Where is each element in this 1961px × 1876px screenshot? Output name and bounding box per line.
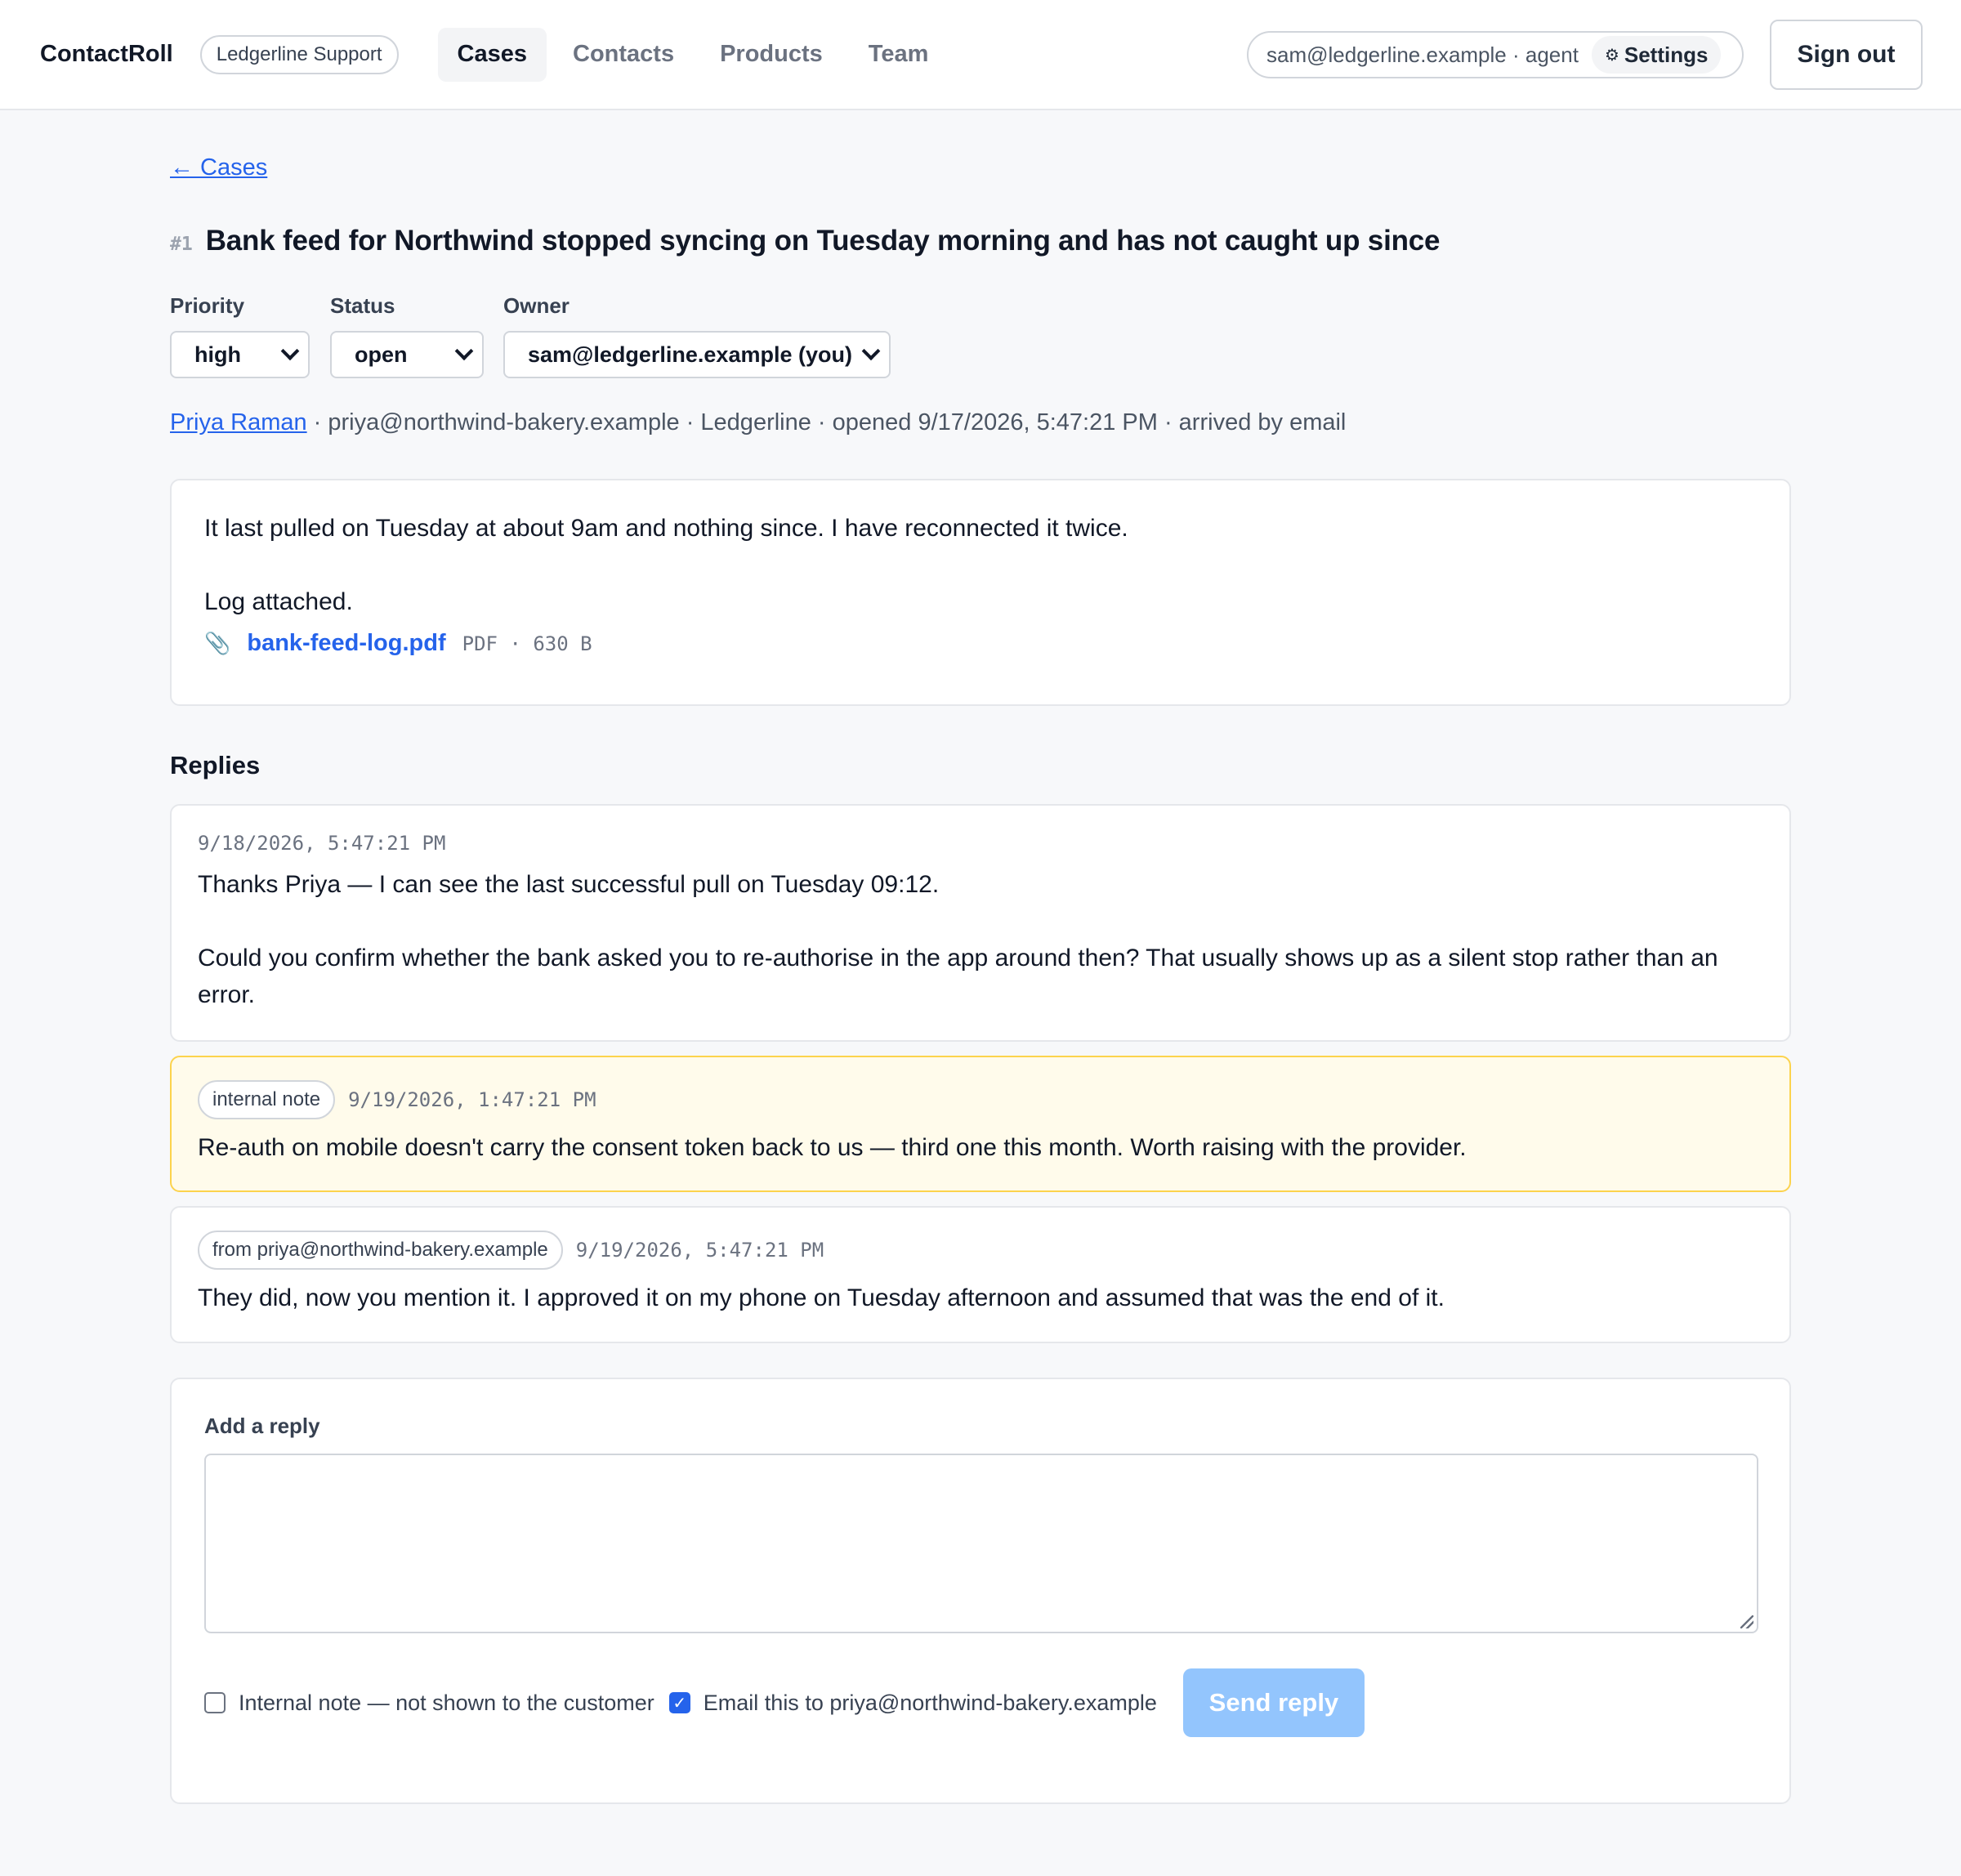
original-message: It last pulled on Tuesday at about 9am a… [170, 479, 1791, 706]
reply-text: Could you confirm whether the bank asked… [198, 945, 1718, 1008]
reply-timestamp: 9/19/2026, 5:47:21 PM [575, 1239, 824, 1262]
nav-cases[interactable]: Cases [437, 27, 547, 82]
brand-logo[interactable]: ContactRoll [40, 41, 173, 68]
gear-icon: ⚙ [1604, 46, 1619, 65]
user-identity: sam@ledgerline.example · agent [1266, 42, 1579, 67]
internal-note-checkbox-label[interactable]: Internal note — not shown to the custome… [239, 1691, 654, 1716]
nav-team[interactable]: Team [849, 28, 949, 82]
owner-value: sam@ledgerline.example (you) [528, 342, 852, 367]
nav-products[interactable]: Products [700, 28, 842, 82]
reply-timestamp: 9/18/2026, 5:47:21 PM [198, 832, 446, 855]
attachment-meta: PDF · 630 B [462, 632, 592, 655]
priority-label: Priority [170, 293, 245, 318]
org-badge: Ledgerline Support [199, 34, 399, 74]
resize-handle-icon[interactable] [1740, 1615, 1753, 1628]
message-line-2: Log attached. [204, 588, 353, 615]
reply-text: Re-auth on mobile doesn't carry the cons… [198, 1134, 1467, 1161]
owner-select[interactable]: sam@ledgerline.example (you) [503, 331, 891, 378]
composer-label: Add a reply [204, 1414, 320, 1438]
reply-item: 9/18/2026, 5:47:21 PM Thanks Priya — I c… [170, 804, 1791, 1042]
sign-out-button[interactable]: Sign out [1770, 20, 1923, 90]
owner-label: Owner [503, 293, 570, 318]
reply-composer: Add a reply Internal note — not shown to… [170, 1378, 1791, 1804]
internal-note-checkbox[interactable] [204, 1692, 226, 1713]
email-customer-checkbox[interactable]: ✓ [668, 1692, 690, 1713]
internal-note-badge: internal note [198, 1080, 336, 1119]
attachment-link[interactable]: bank-feed-log.pdf [247, 630, 445, 657]
reply-header: 9/18/2026, 5:47:21 PM [198, 829, 1763, 858]
composer-actions: Internal note — not shown to the custome… [204, 1668, 1365, 1737]
reply-header: internal note 9/19/2026, 1:47:21 PM [198, 1080, 1763, 1119]
status-field: Status open [330, 293, 484, 378]
chevron-down-icon [861, 342, 881, 361]
case-number: #1 [170, 234, 193, 255]
case-meta: Priya Raman · priya@northwind-bakery.exa… [170, 409, 1346, 436]
status-label: Status [330, 293, 395, 318]
back-to-cases-link[interactable]: ← Cases [170, 154, 267, 181]
contact-link[interactable]: Priya Raman [170, 409, 307, 436]
status-value: open [355, 342, 408, 367]
user-badge: sam@ledgerline.example · agent ⚙ Setting… [1247, 31, 1744, 78]
priority-value: high [194, 342, 241, 367]
reply-header: from priya@northwind-bakery.example 9/19… [198, 1231, 1763, 1270]
send-reply-button[interactable]: Send reply [1182, 1668, 1365, 1737]
internal-note: internal note 9/19/2026, 1:47:21 PM Re-a… [170, 1056, 1791, 1192]
top-bar: ContactRoll Ledgerline Support Cases Con… [0, 0, 1961, 110]
main-nav: Cases Contacts Products Team [437, 27, 949, 82]
priority-field: Priority high [170, 293, 310, 378]
settings-label: Settings [1624, 42, 1709, 67]
replies-heading: Replies [170, 751, 261, 779]
case-subject: Bank feed for Northwind stopped syncing … [205, 225, 1441, 257]
status-select[interactable]: open [330, 331, 484, 378]
attachment: 📎 bank-feed-log.pdf PDF · 630 B [204, 630, 1757, 657]
sender-badge: from priya@northwind-bakery.example [198, 1231, 563, 1270]
reply-item: from priya@northwind-bakery.example 9/19… [170, 1206, 1791, 1343]
nav-contacts[interactable]: Contacts [553, 28, 694, 82]
reply-timestamp: 9/19/2026, 1:47:21 PM [348, 1088, 596, 1111]
owner-field: Owner sam@ledgerline.example (you) [503, 293, 891, 378]
chevron-down-icon [454, 342, 474, 361]
priority-select[interactable]: high [170, 331, 310, 378]
case-meta-details: · priya@northwind-bakery.example · Ledge… [306, 409, 1347, 436]
chevron-down-icon [280, 342, 300, 361]
message-line-1: It last pulled on Tuesday at about 9am a… [204, 515, 1128, 542]
reply-text: They did, now you mention it. I approved… [198, 1284, 1445, 1311]
page-title: #1 Bank feed for Northwind stopped synci… [170, 225, 1441, 257]
paperclip-icon: 📎 [204, 631, 231, 655]
email-customer-checkbox-label[interactable]: Email this to priya@northwind-bakery.exa… [704, 1691, 1157, 1716]
reply-text: Thanks Priya — I can see the last succes… [198, 871, 940, 898]
reply-textarea[interactable] [204, 1454, 1758, 1633]
settings-button[interactable]: ⚙ Settings [1591, 36, 1722, 74]
